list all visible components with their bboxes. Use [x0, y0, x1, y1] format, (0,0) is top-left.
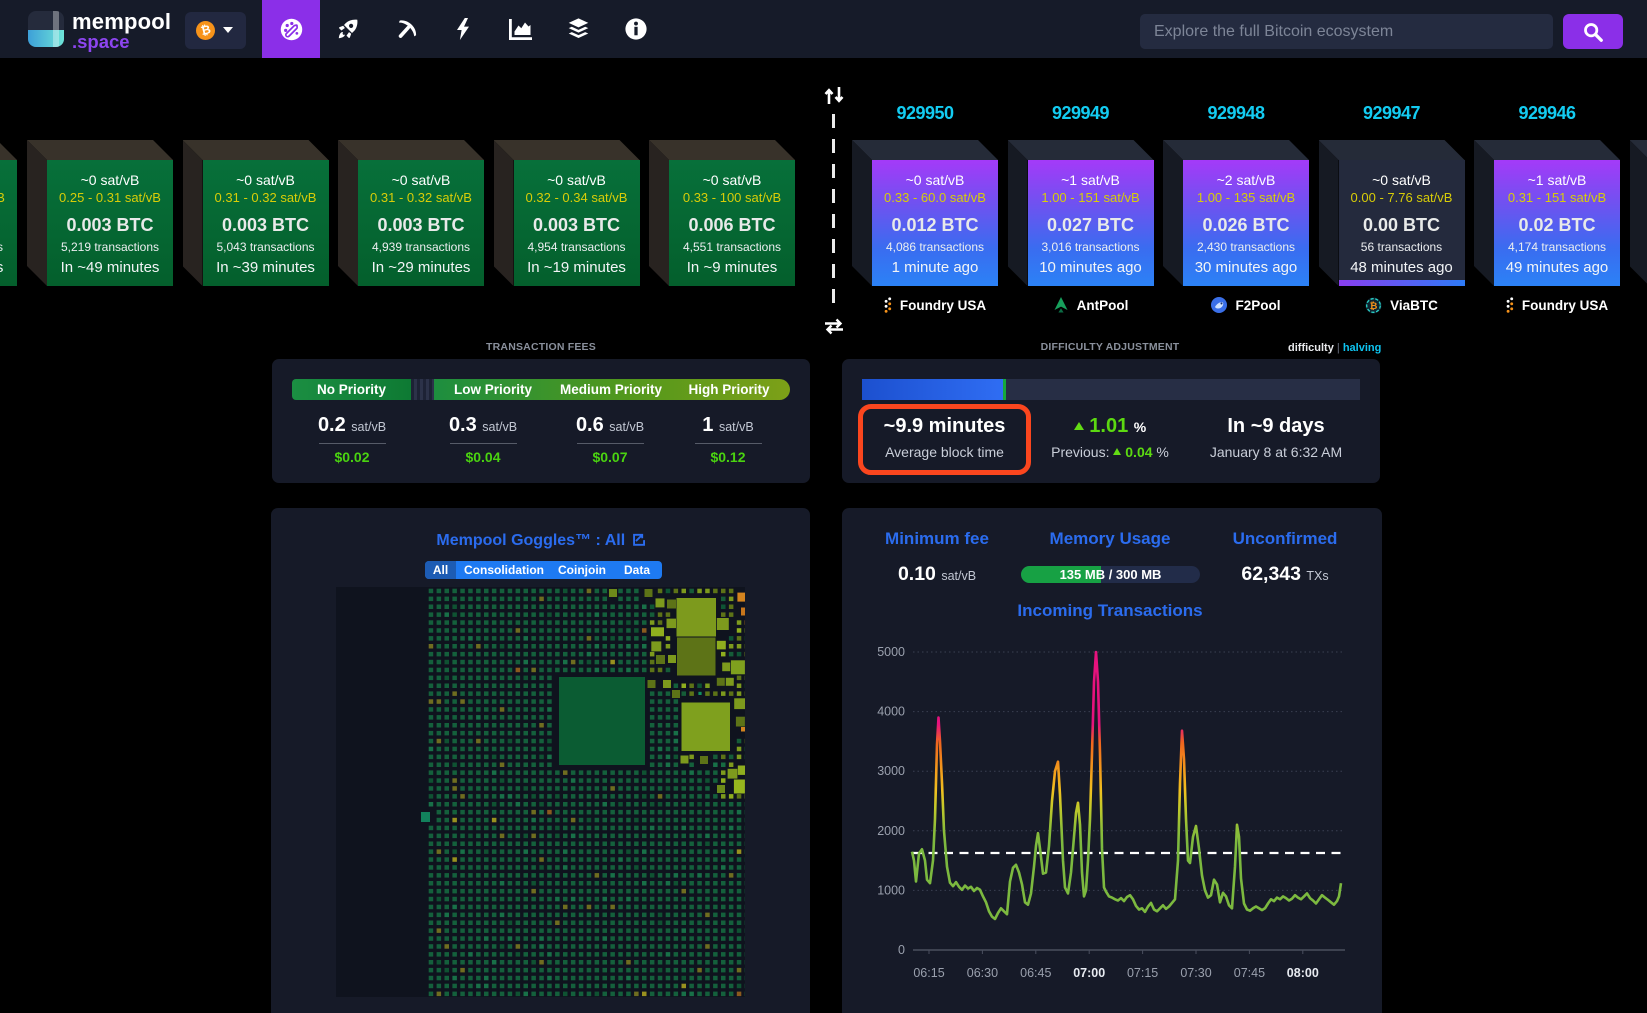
svg-text:06:15: 06:15: [913, 966, 944, 980]
svg-text:07:15: 07:15: [1127, 966, 1158, 980]
svg-text:0: 0: [898, 943, 905, 957]
svg-text:3000: 3000: [877, 764, 905, 778]
svg-text:4000: 4000: [877, 705, 905, 719]
svg-text:5000: 5000: [877, 645, 905, 659]
svg-text:2000: 2000: [877, 824, 905, 838]
svg-text:07:00: 07:00: [1073, 966, 1105, 980]
svg-text:07:45: 07:45: [1234, 966, 1265, 980]
svg-text:1000: 1000: [877, 883, 905, 897]
svg-text:₿: ₿: [1370, 301, 1378, 312]
svg-text:08:00: 08:00: [1287, 966, 1319, 980]
svg-text:06:30: 06:30: [967, 966, 998, 980]
svg-text:06:45: 06:45: [1020, 966, 1051, 980]
svg-text:07:30: 07:30: [1180, 966, 1211, 980]
